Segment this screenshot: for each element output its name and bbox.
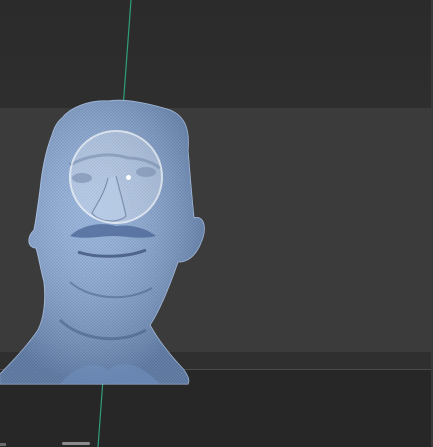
- scroll-handle-left[interactable]: [0, 443, 6, 446]
- circle-brush-icon[interactable]: [69, 130, 163, 224]
- scroll-handle[interactable]: [62, 442, 90, 445]
- 3d-viewport[interactable]: [0, 0, 433, 447]
- brush-center-dot: [126, 175, 131, 180]
- head-mesh[interactable]: [0, 0, 433, 447]
